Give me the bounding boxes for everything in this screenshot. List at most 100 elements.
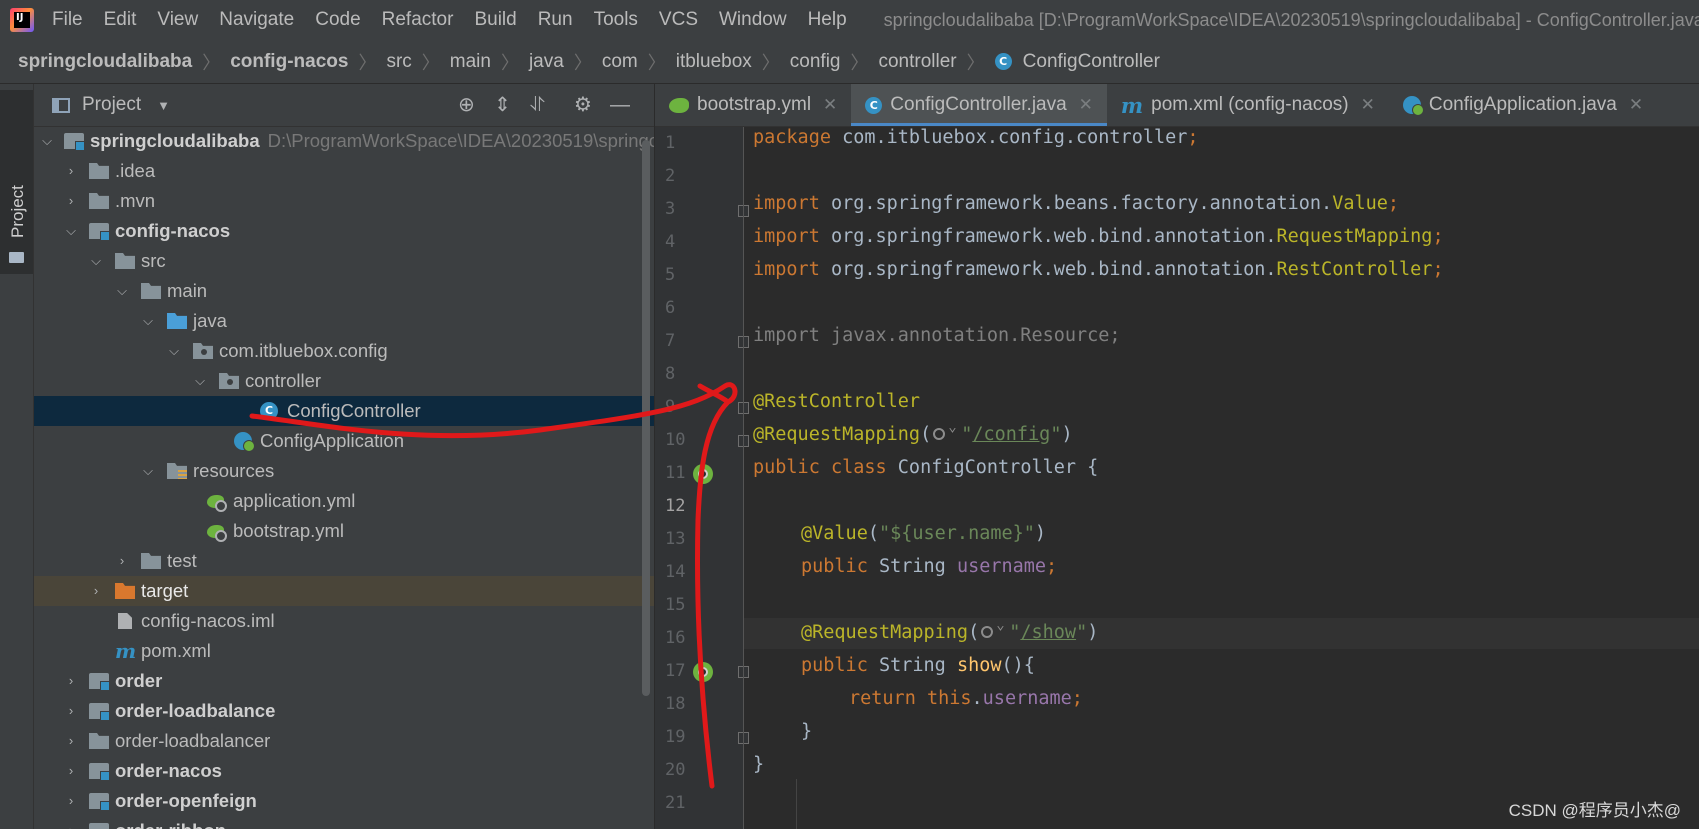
tree-item-test[interactable]: › test: [34, 546, 654, 576]
breadcrumb-class[interactable]: ConfigController: [1023, 51, 1160, 73]
chevron-right-icon[interactable]: ›: [64, 666, 78, 696]
breadcrumb-controller[interactable]: controller: [878, 51, 956, 73]
maven-icon: m: [115, 639, 137, 663]
chevron-right-icon[interactable]: ›: [64, 756, 78, 786]
expand-all-icon[interactable]: ⇕: [494, 94, 511, 116]
close-icon[interactable]: ✕: [1361, 95, 1375, 115]
tree-item-pom[interactable]: m pom.xml: [34, 636, 654, 666]
project-tree: ⌵ springcloudalibaba D:\ProgramWorkSpace\…: [34, 126, 654, 829]
tree-item-order[interactable]: › order: [34, 666, 654, 696]
tree-item-bootstrap-yml[interactable]: bootstrap.yml: [34, 516, 654, 546]
tree-item-order-ribbon[interactable]: › order-ribbon: [34, 816, 654, 829]
menu-navigate[interactable]: Navigate: [219, 9, 294, 31]
menu-run[interactable]: Run: [538, 9, 573, 31]
tree-item-configapplication[interactable]: ConfigApplication: [34, 426, 654, 456]
maven-icon: m: [1120, 92, 1144, 118]
chevron-down-icon[interactable]: ⌵: [193, 366, 207, 396]
tree-item-resources[interactable]: ⌵ resources: [34, 456, 654, 486]
tree-item-order-nacos[interactable]: › order-nacos: [34, 756, 654, 786]
close-icon[interactable]: ✕: [1079, 95, 1093, 115]
url-inlay-icon[interactable]: [979, 617, 1009, 643]
breadcrumb-src[interactable]: src: [386, 51, 411, 73]
module-icon: [89, 823, 109, 829]
tree-item-java[interactable]: ⌵ java: [34, 306, 654, 336]
locate-file-icon[interactable]: ⊕: [458, 94, 475, 116]
project-scrollbar[interactable]: [642, 140, 650, 696]
chevron-right-icon[interactable]: ›: [64, 726, 78, 756]
code-line-13: @Value("${user.name}"): [801, 523, 1047, 544]
tree-item-order-openfeign[interactable]: › order-openfeign: [34, 786, 654, 816]
tree-item-src[interactable]: ⌵ src: [34, 246, 654, 276]
tree-item-target[interactable]: › target: [34, 576, 654, 606]
chevron-right-icon[interactable]: ›: [64, 186, 78, 216]
file-icon: [118, 613, 132, 629]
breadcrumb-java[interactable]: java: [529, 51, 564, 73]
menu-view[interactable]: View: [157, 9, 198, 31]
breadcrumb-module[interactable]: config-nacos: [230, 51, 348, 73]
tree-item-order-loadbalance[interactable]: › order-loadbalance: [34, 696, 654, 726]
code-line-14: public String username;: [801, 556, 1058, 577]
tree-item-package-controller[interactable]: ⌵ controller: [34, 366, 654, 396]
spring-web-endpoint-icon[interactable]: [693, 662, 713, 682]
tab-configcontroller-java[interactable]: C ConfigController.java ✕: [851, 84, 1107, 126]
gear-icon[interactable]: ⚙: [574, 94, 592, 116]
tree-item-order-loadbalancer[interactable]: › order-loadbalancer: [34, 726, 654, 756]
line-number: 13: [665, 529, 686, 549]
chevron-down-icon[interactable]: ⌵: [115, 276, 129, 306]
chevron-down-icon[interactable]: ▼: [157, 98, 170, 113]
project-panel-title[interactable]: Project: [82, 94, 141, 116]
menu-edit[interactable]: Edit: [104, 9, 137, 31]
menu-file[interactable]: File: [52, 9, 83, 31]
chevron-right-icon[interactable]: ›: [64, 156, 78, 186]
chevron-down-icon[interactable]: ⌵: [141, 306, 155, 336]
chevron-down-icon[interactable]: ⌵: [167, 336, 181, 366]
tree-item-configcontroller[interactable]: C ConfigController: [34, 396, 654, 426]
menu-code[interactable]: Code: [315, 9, 360, 31]
chevron-down-icon[interactable]: ⌵: [89, 246, 103, 276]
url-inlay-icon[interactable]: [931, 419, 961, 445]
tree-item-application-yml[interactable]: application.yml: [34, 486, 654, 516]
tree-item-package-config[interactable]: ⌵ com.itbluebox.config: [34, 336, 654, 366]
tab-configapplication-java[interactable]: ConfigApplication.java ✕: [1389, 84, 1657, 126]
menu-build[interactable]: Build: [474, 9, 516, 31]
menu-window[interactable]: Window: [719, 9, 787, 31]
code-editor[interactable]: 1 2 3 4 5 6 7 8 9 10 11 12 13 14 15 16 1…: [655, 127, 1699, 829]
chevron-right-icon[interactable]: ›: [115, 546, 129, 576]
collapse-all-icon[interactable]: ⥯: [530, 94, 545, 116]
close-icon[interactable]: ✕: [1629, 95, 1643, 115]
tree-item-iml[interactable]: config-nacos.iml: [34, 606, 654, 636]
breadcrumb-main[interactable]: main: [450, 51, 491, 73]
tree-item-main[interactable]: ⌵ main: [34, 276, 654, 306]
intellij-logo-icon[interactable]: IJ: [10, 8, 34, 32]
class-icon: C: [865, 96, 883, 114]
tab-bootstrap-yml[interactable]: bootstrap.yml ✕: [655, 84, 851, 126]
project-tool-button[interactable]: Project: [0, 90, 33, 274]
line-number: 9: [665, 397, 676, 417]
chevron-right-icon[interactable]: ›: [64, 696, 78, 726]
breadcrumb-config[interactable]: config: [790, 51, 841, 73]
breadcrumb-com[interactable]: com: [602, 51, 638, 73]
chevron-right-icon[interactable]: ›: [89, 576, 103, 606]
tab-pom-xml[interactable]: m pom.xml (config-nacos) ✕: [1107, 84, 1389, 126]
chevron-right-icon[interactable]: ›: [64, 786, 78, 816]
menu-refactor[interactable]: Refactor: [382, 9, 454, 31]
chevron-down-icon[interactable]: ⌵: [40, 126, 54, 156]
chevron-right-icon[interactable]: ›: [64, 816, 78, 829]
spring-yml-icon: [207, 523, 227, 542]
tree-item-config-nacos[interactable]: ⌵ config-nacos: [34, 216, 654, 246]
menu-tools[interactable]: Tools: [594, 9, 638, 31]
chevron-down-icon[interactable]: ⌵: [64, 216, 78, 246]
tree-item-mvn[interactable]: › .mvn: [34, 186, 654, 216]
tree-item-label: order-loadbalance: [115, 700, 276, 721]
spring-web-endpoint-icon[interactable]: [693, 464, 713, 484]
breadcrumb-itbluebox[interactable]: itbluebox: [676, 51, 752, 73]
menu-vcs[interactable]: VCS: [659, 9, 698, 31]
tree-item-idea[interactable]: › .idea: [34, 156, 654, 186]
menu-help[interactable]: Help: [808, 9, 847, 31]
tree-item-springcloudalibaba[interactable]: ⌵ springcloudalibaba D:\ProgramWorkSpace\…: [34, 126, 654, 156]
breadcrumb-project[interactable]: springcloudalibaba: [18, 51, 192, 73]
minimize-icon[interactable]: —: [610, 94, 630, 116]
chevron-down-icon[interactable]: ⌵: [141, 456, 155, 486]
close-icon[interactable]: ✕: [823, 95, 837, 115]
code-line-7: import javax.annotation.Resource;: [753, 325, 1121, 346]
